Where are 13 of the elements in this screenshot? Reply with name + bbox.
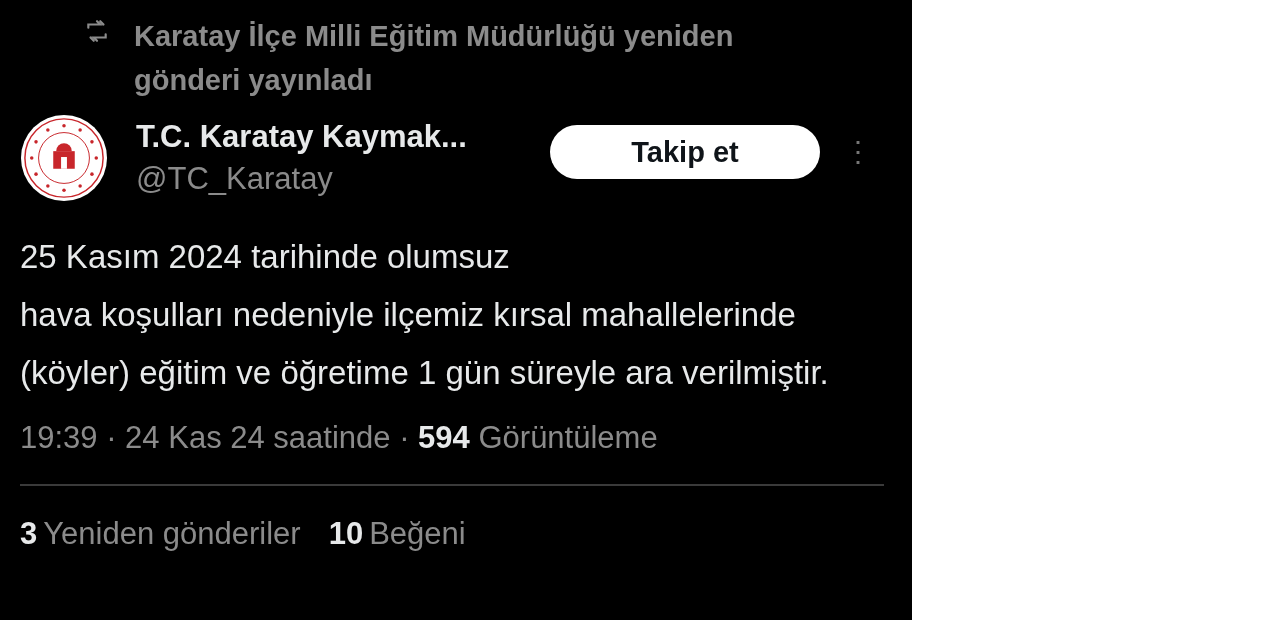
avatar-logo[interactable] <box>20 114 108 202</box>
author-handle[interactable]: @TC_Karatay <box>136 161 536 197</box>
post-text: 25 Kasım 2024 tarihinde olumsuz hava koşulları nedeniyle ilçemiz kırsal mahallelerinde (köyler) eğitim ve öğretime 1 gün süreyle ara verilmiştir. <box>20 237 830 393</box>
stat-label[interactable]: Beğeni <box>369 516 466 551</box>
stat-count[interactable]: 3 <box>20 516 38 551</box>
author-name[interactable]: T.C. Karatay Kaymak... <box>136 119 536 155</box>
more-button[interactable]: ⋮ <box>844 134 872 168</box>
follow-button[interactable]: Takip et <box>550 125 820 179</box>
repost-icon <box>84 18 110 44</box>
post-meta: 19:39 · 24 Kas 24 saatinde · 594 Görüntüleme <box>20 420 659 456</box>
repost-text: Karatay İlçe Milli Eğitim Müdürlüğü yeniden gönderi yayınladı <box>134 19 735 98</box>
stat-label[interactable]: Yeniden gönderiler <box>43 516 301 551</box>
stat-count[interactable]: 10 <box>328 516 364 551</box>
